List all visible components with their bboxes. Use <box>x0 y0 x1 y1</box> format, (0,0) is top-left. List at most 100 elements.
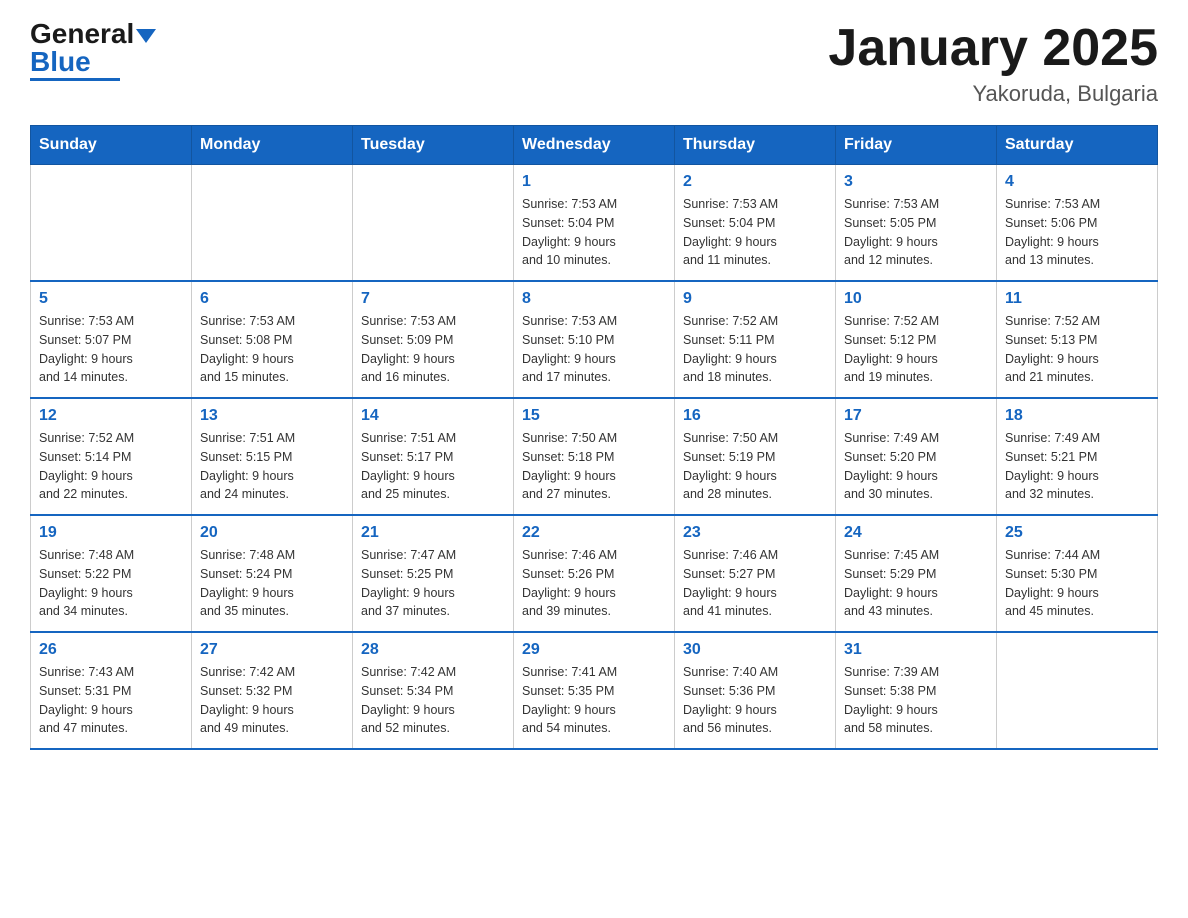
day-number: 16 <box>683 407 827 425</box>
day-info: Sunrise: 7:46 AMSunset: 5:26 PMDaylight:… <box>522 546 666 621</box>
calendar-cell: 30 Sunrise: 7:40 AMSunset: 5:36 PMDayligh… <box>675 632 836 749</box>
day-number: 22 <box>522 524 666 542</box>
calendar-cell: 20 Sunrise: 7:48 AMSunset: 5:24 PMDayligh… <box>192 515 353 632</box>
calendar-week-row: 5 Sunrise: 7:53 AMSunset: 5:07 PMDaylight… <box>31 281 1158 398</box>
day-info: Sunrise: 7:41 AMSunset: 5:35 PMDaylight:… <box>522 663 666 738</box>
day-info: Sunrise: 7:48 AMSunset: 5:22 PMDaylight:… <box>39 546 183 621</box>
day-info: Sunrise: 7:53 AMSunset: 5:05 PMDaylight:… <box>844 195 988 270</box>
day-number: 7 <box>361 290 505 308</box>
day-number: 12 <box>39 407 183 425</box>
calendar-day-header: Wednesday <box>514 126 675 165</box>
day-number: 27 <box>200 641 344 659</box>
day-number: 6 <box>200 290 344 308</box>
day-info: Sunrise: 7:42 AMSunset: 5:34 PMDaylight:… <box>361 663 505 738</box>
day-number: 17 <box>844 407 988 425</box>
calendar-cell: 10Sunrise: 7:52 AMSunset: 5:12 PMDayligh… <box>836 281 997 398</box>
day-number: 14 <box>361 407 505 425</box>
page-title: January 2025 <box>828 20 1158 77</box>
day-info: Sunrise: 7:53 AMSunset: 5:09 PMDaylight:… <box>361 312 505 387</box>
calendar-day-header: Friday <box>836 126 997 165</box>
day-number: 2 <box>683 173 827 191</box>
day-info: Sunrise: 7:53 AMSunset: 5:06 PMDaylight:… <box>1005 195 1149 270</box>
calendar-cell: 31 Sunrise: 7:39 AMSunset: 5:38 PMDayligh… <box>836 632 997 749</box>
calendar-day-header: Sunday <box>31 126 192 165</box>
calendar-day-header: Tuesday <box>353 126 514 165</box>
calendar-cell: 8 Sunrise: 7:53 AMSunset: 5:10 PMDaylight… <box>514 281 675 398</box>
calendar-cell: 17 Sunrise: 7:49 AMSunset: 5:20 PMDayligh… <box>836 398 997 515</box>
calendar-cell: 7 Sunrise: 7:53 AMSunset: 5:09 PMDaylight… <box>353 281 514 398</box>
day-info: Sunrise: 7:50 AMSunset: 5:19 PMDaylight:… <box>683 429 827 504</box>
logo-blue: Blue <box>30 46 91 77</box>
calendar-cell: 18 Sunrise: 7:49 AMSunset: 5:21 PMDayligh… <box>997 398 1158 515</box>
day-info: Sunrise: 7:52 AMSunset: 5:12 PMDaylight:… <box>844 312 988 387</box>
day-info: Sunrise: 7:42 AMSunset: 5:32 PMDaylight:… <box>200 663 344 738</box>
logo: General Blue <box>30 20 156 81</box>
day-info: Sunrise: 7:44 AMSunset: 5:30 PMDaylight:… <box>1005 546 1149 621</box>
logo-general: General <box>30 18 134 49</box>
title-area: January 2025 Yakoruda, Bulgaria <box>828 20 1158 107</box>
day-number: 23 <box>683 524 827 542</box>
calendar-table: SundayMondayTuesdayWednesdayThursdayFrid… <box>30 125 1158 750</box>
page-subtitle: Yakoruda, Bulgaria <box>828 81 1158 107</box>
page-header: General Blue January 2025 Yakoruda, Bulg… <box>30 20 1158 107</box>
logo-text: General Blue <box>30 20 156 76</box>
calendar-cell: 9 Sunrise: 7:52 AMSunset: 5:11 PMDaylight… <box>675 281 836 398</box>
day-number: 18 <box>1005 407 1149 425</box>
day-info: Sunrise: 7:52 AMSunset: 5:11 PMDaylight:… <box>683 312 827 387</box>
calendar-cell: 15Sunrise: 7:50 AMSunset: 5:18 PMDayligh… <box>514 398 675 515</box>
calendar-week-row: 19Sunrise: 7:48 AMSunset: 5:22 PMDayligh… <box>31 515 1158 632</box>
day-number: 30 <box>683 641 827 659</box>
day-info: Sunrise: 7:49 AMSunset: 5:20 PMDaylight:… <box>844 429 988 504</box>
day-info: Sunrise: 7:45 AMSunset: 5:29 PMDaylight:… <box>844 546 988 621</box>
day-number: 1 <box>522 173 666 191</box>
day-info: Sunrise: 7:49 AMSunset: 5:21 PMDaylight:… <box>1005 429 1149 504</box>
calendar-cell <box>997 632 1158 749</box>
day-info: Sunrise: 7:43 AMSunset: 5:31 PMDaylight:… <box>39 663 183 738</box>
day-number: 20 <box>200 524 344 542</box>
calendar-cell: 19Sunrise: 7:48 AMSunset: 5:22 PMDayligh… <box>31 515 192 632</box>
day-info: Sunrise: 7:40 AMSunset: 5:36 PMDaylight:… <box>683 663 827 738</box>
day-info: Sunrise: 7:52 AMSunset: 5:13 PMDaylight:… <box>1005 312 1149 387</box>
calendar-week-row: 1 Sunrise: 7:53 AMSunset: 5:04 PMDaylight… <box>31 165 1158 282</box>
calendar-cell: 1 Sunrise: 7:53 AMSunset: 5:04 PMDaylight… <box>514 165 675 282</box>
day-info: Sunrise: 7:53 AMSunset: 5:07 PMDaylight:… <box>39 312 183 387</box>
day-number: 5 <box>39 290 183 308</box>
day-number: 8 <box>522 290 666 308</box>
day-info: Sunrise: 7:53 AMSunset: 5:10 PMDaylight:… <box>522 312 666 387</box>
day-info: Sunrise: 7:39 AMSunset: 5:38 PMDaylight:… <box>844 663 988 738</box>
day-info: Sunrise: 7:52 AMSunset: 5:14 PMDaylight:… <box>39 429 183 504</box>
calendar-cell: 28Sunrise: 7:42 AMSunset: 5:34 PMDayligh… <box>353 632 514 749</box>
calendar-cell: 6 Sunrise: 7:53 AMSunset: 5:08 PMDaylight… <box>192 281 353 398</box>
day-number: 29 <box>522 641 666 659</box>
day-number: 31 <box>844 641 988 659</box>
calendar-cell: 12 Sunrise: 7:52 AMSunset: 5:14 PMDayligh… <box>31 398 192 515</box>
calendar-cell <box>31 165 192 282</box>
day-info: Sunrise: 7:51 AMSunset: 5:17 PMDaylight:… <box>361 429 505 504</box>
calendar-cell: 13 Sunrise: 7:51 AMSunset: 5:15 PMDayligh… <box>192 398 353 515</box>
day-number: 25 <box>1005 524 1149 542</box>
day-info: Sunrise: 7:53 AMSunset: 5:04 PMDaylight:… <box>522 195 666 270</box>
calendar-cell: 24Sunrise: 7:45 AMSunset: 5:29 PMDayligh… <box>836 515 997 632</box>
calendar-cell: 26Sunrise: 7:43 AMSunset: 5:31 PMDayligh… <box>31 632 192 749</box>
day-info: Sunrise: 7:46 AMSunset: 5:27 PMDaylight:… <box>683 546 827 621</box>
calendar-cell: 22 Sunrise: 7:46 AMSunset: 5:26 PMDayligh… <box>514 515 675 632</box>
day-info: Sunrise: 7:53 AMSunset: 5:04 PMDaylight:… <box>683 195 827 270</box>
day-info: Sunrise: 7:48 AMSunset: 5:24 PMDaylight:… <box>200 546 344 621</box>
day-number: 3 <box>844 173 988 191</box>
day-number: 9 <box>683 290 827 308</box>
day-info: Sunrise: 7:51 AMSunset: 5:15 PMDaylight:… <box>200 429 344 504</box>
day-info: Sunrise: 7:53 AMSunset: 5:08 PMDaylight:… <box>200 312 344 387</box>
calendar-cell: 14 Sunrise: 7:51 AMSunset: 5:17 PMDayligh… <box>353 398 514 515</box>
calendar-cell: 29 Sunrise: 7:41 AMSunset: 5:35 PMDayligh… <box>514 632 675 749</box>
day-info: Sunrise: 7:47 AMSunset: 5:25 PMDaylight:… <box>361 546 505 621</box>
calendar-cell: 4Sunrise: 7:53 AMSunset: 5:06 PMDaylight… <box>997 165 1158 282</box>
day-number: 13 <box>200 407 344 425</box>
calendar-cell: 27 Sunrise: 7:42 AMSunset: 5:32 PMDayligh… <box>192 632 353 749</box>
calendar-cell: 2 Sunrise: 7:53 AMSunset: 5:04 PMDaylight… <box>675 165 836 282</box>
calendar-cell: 5 Sunrise: 7:53 AMSunset: 5:07 PMDaylight… <box>31 281 192 398</box>
calendar-day-header: Saturday <box>997 126 1158 165</box>
calendar-cell: 25 Sunrise: 7:44 AMSunset: 5:30 PMDayligh… <box>997 515 1158 632</box>
calendar-cell: 21Sunrise: 7:47 AMSunset: 5:25 PMDayligh… <box>353 515 514 632</box>
logo-triangle-icon <box>136 29 156 43</box>
calendar-week-row: 26Sunrise: 7:43 AMSunset: 5:31 PMDayligh… <box>31 632 1158 749</box>
